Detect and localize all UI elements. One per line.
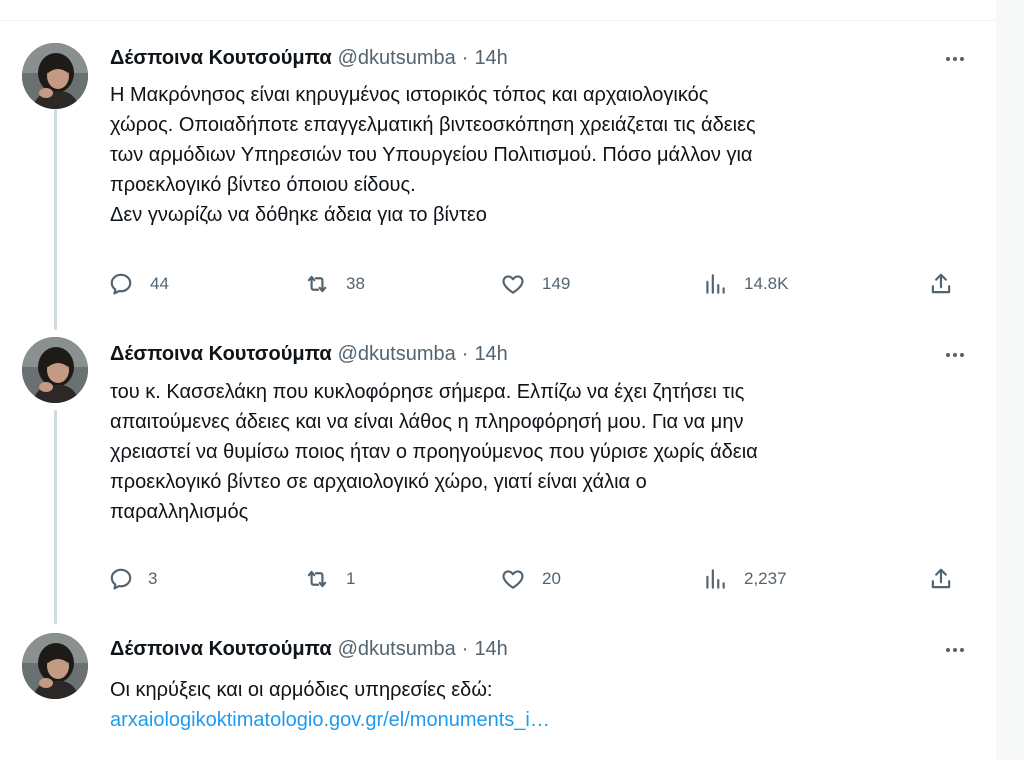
author-handle[interactable]: @dkutsumba (338, 343, 456, 366)
reply-icon (110, 273, 132, 295)
views-count: 2,237 (744, 569, 787, 588)
tweet-text: του κ. Κασσελάκη που κυκλοφόρησε σήμερα.… (110, 377, 970, 527)
like-count: 149 (542, 274, 571, 293)
reply-button[interactable]: 44 (108, 271, 169, 297)
like-button[interactable]: 20 (500, 566, 561, 592)
views-chart-icon (706, 274, 725, 294)
avatar[interactable] (22, 43, 88, 109)
author-name[interactable]: Δέσποινα Κουτσούμπα (110, 343, 332, 366)
separator: · (461, 638, 469, 660)
author-name[interactable]: Δέσποινα Κουτσούμπα (110, 638, 332, 661)
tweet-text-line: απαιτούμενες άδειες και να είναι λάθος η… (110, 411, 744, 433)
like-button[interactable]: 149 (500, 271, 570, 297)
tweet-header: Δέσποινα Κουτσούμπα @dkutsumba · 14h (110, 343, 508, 367)
tweet-text-line: του κ. Κασσελάκη που κυκλοφόρησε σήμερα.… (110, 381, 745, 403)
share-button[interactable] (928, 271, 954, 297)
tweet-text-line: των αρμόδιων Υπηρεσιών του Υπουργείου Πο… (110, 144, 753, 166)
reply-count: 44 (150, 274, 169, 293)
views-button[interactable]: 2,237 (702, 566, 787, 592)
tweet-header: Δέσποινα Κουτσούμπα @dkutsumba · 14h (110, 47, 508, 71)
reply-icon (110, 568, 132, 590)
share-button[interactable] (928, 566, 954, 592)
timestamp[interactable]: 14h (474, 343, 507, 366)
timeline: Δέσποινα Κουτσούμπα @dkutsumba · 14h Η Μ… (0, 0, 1024, 760)
retweet-button[interactable]: 1 (304, 566, 355, 592)
reply-button[interactable]: 3 (108, 566, 157, 592)
tweet-link[interactable]: arxaiologikoktimatologio.gov.gr/el/monum… (110, 709, 550, 731)
timestamp[interactable]: 14h (474, 638, 507, 661)
retweet-icon (307, 275, 327, 293)
avatar-photo (22, 337, 88, 403)
more-dots-icon[interactable] (938, 640, 972, 660)
tweet-text: Οι κηρύξεις και οι αρμόδιες υπηρεσίες εδ… (110, 675, 970, 735)
tweet-actions: 44 38 149 14.8K (108, 271, 970, 297)
retweet-button[interactable]: 38 (304, 271, 365, 297)
tweet-actions: 3 1 20 2,237 (108, 566, 970, 592)
author-handle[interactable]: @dkutsumba (338, 638, 456, 661)
tweet[interactable]: Δέσποινα Κουτσούμπα @dkutsumba · 14h Οι … (0, 616, 996, 760)
retweet-count: 38 (346, 274, 365, 293)
tweet-text-line: χώρος. Οποιαδήποτε επαγγελματική βιντεοσ… (110, 114, 756, 136)
thread-line (54, 109, 57, 330)
tweet-text-line: προεκλογικό βίντεο όποιου είδους. (110, 174, 416, 196)
tweet-text-line: παραλληλισμός (110, 501, 249, 523)
share-icon (931, 273, 951, 294)
tweet-text-line: προεκλογικό βίντεο σε αρχαιολογικό χώρο,… (110, 471, 647, 493)
tweet-text-line: Η Μακρόνησος είναι κηρυγμένος ιστορικός … (110, 84, 709, 106)
views-chart-icon (706, 569, 725, 589)
reply-count: 3 (148, 569, 158, 588)
avatar-photo (22, 43, 88, 109)
more-dots-icon[interactable] (938, 345, 972, 365)
avatar-photo (22, 633, 88, 699)
avatar[interactable] (22, 337, 88, 403)
retweet-count: 1 (346, 569, 356, 588)
separator: · (461, 47, 469, 69)
tweet[interactable]: Δέσποινα Κουτσούμπα @dkutsumba · 14h Η Μ… (0, 21, 996, 330)
author-handle[interactable]: @dkutsumba (338, 47, 456, 70)
separator: · (461, 343, 469, 365)
tweet-text-line: Δεν γνωρίζω να δόθηκε άδεια για το βίντε… (110, 204, 487, 226)
share-icon (931, 568, 951, 589)
tweet-text-line: χρειαστεί να θυμίσω ποιος ήταν ο προηγού… (110, 441, 758, 463)
heart-icon (502, 570, 524, 589)
tweet[interactable]: Δέσποινα Κουτσούμπα @dkutsumba · 14h του… (0, 324, 996, 624)
views-button[interactable]: 14.8K (702, 271, 788, 297)
right-gutter (996, 0, 1024, 760)
retweet-icon (307, 570, 327, 588)
timestamp[interactable]: 14h (474, 47, 507, 70)
author-name[interactable]: Δέσποινα Κουτσούμπα (110, 47, 332, 70)
thread-line (54, 410, 57, 624)
heart-icon (502, 275, 524, 294)
avatar[interactable] (22, 633, 88, 699)
tweet-text-line: Οι κηρύξεις και οι αρμόδιες υπηρεσίες εδ… (110, 679, 493, 701)
views-count: 14.8K (744, 274, 789, 293)
more-dots-icon[interactable] (938, 49, 972, 69)
like-count: 20 (542, 569, 561, 588)
tweet-header: Δέσποινα Κουτσούμπα @dkutsumba · 14h (110, 638, 508, 662)
tweet-text: Η Μακρόνησος είναι κηρυγμένος ιστορικός … (110, 80, 970, 230)
